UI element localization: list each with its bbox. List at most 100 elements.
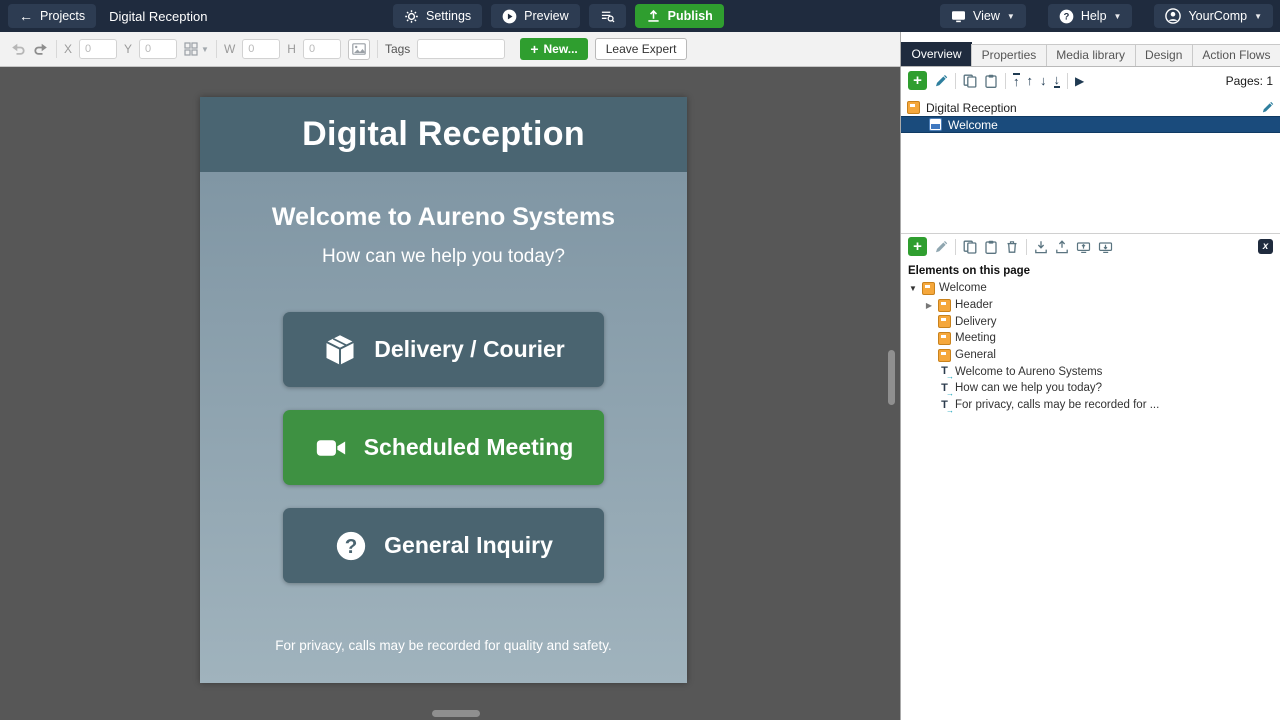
- chevron-down-icon: ▼: [1254, 12, 1262, 21]
- y-input[interactable]: [139, 39, 177, 59]
- video-camera-icon: [314, 431, 348, 465]
- artboard-header[interactable]: Digital Reception: [200, 97, 687, 172]
- rename-project-icon[interactable]: [1261, 101, 1274, 114]
- delivery-courier-label: Delivery / Courier: [374, 336, 564, 363]
- move-down-icon[interactable]: ↓: [1040, 74, 1047, 87]
- element-tree-item[interactable]: How can we help you today?: [901, 380, 1280, 397]
- account-dropdown-button[interactable]: YourComp ▼: [1154, 4, 1273, 28]
- publish-check-button[interactable]: [589, 4, 626, 28]
- move-bottom-icon[interactable]: ↓: [1054, 73, 1061, 88]
- privacy-footer-text[interactable]: For privacy, calls may be recorded for q…: [275, 638, 611, 653]
- group-icon: [938, 315, 951, 328]
- preview-button[interactable]: Preview: [491, 4, 579, 28]
- tab-design[interactable]: Design: [1135, 44, 1193, 66]
- element-tree-item[interactable]: General: [901, 347, 1280, 364]
- w-label: W: [224, 42, 235, 56]
- element-tree-item[interactable]: Welcome to Aureno Systems: [901, 363, 1280, 380]
- tab-properties[interactable]: Properties: [971, 44, 1047, 66]
- pages-tree-item-project[interactable]: Digital Reception: [901, 99, 1280, 116]
- new-button-label: New...: [544, 42, 578, 56]
- leave-expert-button[interactable]: Leave Expert: [595, 38, 688, 60]
- page-icon: [929, 118, 942, 131]
- element-label: Meeting: [955, 332, 996, 344]
- screen-down-icon[interactable]: [1098, 240, 1113, 254]
- edit-pencil-icon[interactable]: [934, 240, 948, 254]
- artboard-body[interactable]: Welcome to Aureno Systems How can we hel…: [200, 172, 687, 683]
- publish-button[interactable]: Publish: [635, 4, 724, 28]
- variables-x-icon[interactable]: x: [1258, 239, 1273, 254]
- top-bar: ← Projects Digital Reception Settings Pr…: [0, 0, 1280, 32]
- elements-heading: Elements on this page: [901, 259, 1280, 280]
- back-arrow-icon: ←: [19, 9, 33, 23]
- canvas-horizontal-scrollbar[interactable]: [432, 710, 480, 717]
- copy-icon[interactable]: [963, 74, 977, 88]
- project-icon: [907, 101, 920, 114]
- element-label: For privacy, calls may be recorded for .…: [955, 399, 1159, 411]
- scheduled-meeting-button[interactable]: Scheduled Meeting: [283, 410, 604, 485]
- welcome-heading-text[interactable]: Welcome to Aureno Systems: [272, 203, 615, 232]
- subheading-text[interactable]: How can we help you today?: [322, 246, 565, 268]
- paste-icon[interactable]: [984, 74, 998, 88]
- elements-toolbar: + x: [901, 233, 1280, 259]
- element-tree-item[interactable]: Header: [901, 297, 1280, 314]
- publish-check-icon: [600, 9, 615, 23]
- new-element-button[interactable]: + New...: [520, 38, 587, 60]
- projects-back-button[interactable]: ← Projects: [8, 4, 96, 28]
- text-icon: [938, 399, 951, 412]
- divider: [1005, 73, 1006, 89]
- screen-up-icon[interactable]: [1076, 240, 1091, 254]
- account-label: YourComp: [1188, 9, 1247, 23]
- play-page-icon[interactable]: ▶: [1075, 74, 1084, 88]
- w-input[interactable]: [242, 39, 280, 59]
- x-input[interactable]: [79, 39, 117, 59]
- general-inquiry-button[interactable]: ? General Inquiry: [283, 508, 604, 583]
- image-placeholder-button[interactable]: [348, 39, 370, 60]
- design-canvas[interactable]: Digital Reception Welcome to Aureno Syst…: [0, 67, 900, 720]
- help-dropdown-button[interactable]: ? Help ▼: [1048, 4, 1133, 28]
- tab-overview[interactable]: Overview: [901, 42, 972, 66]
- add-page-button[interactable]: +: [908, 71, 927, 90]
- element-tree-item[interactable]: Meeting: [901, 330, 1280, 347]
- pages-toolbar: + ↑ ↑ ↓ ↓ ▶ Pages: 1: [901, 67, 1280, 94]
- move-up-icon[interactable]: ↑: [1027, 74, 1034, 87]
- trash-icon[interactable]: [1005, 240, 1019, 254]
- chevron-down-icon: ▼: [1007, 12, 1015, 21]
- element-tree-item[interactable]: For privacy, calls may be recorded for .…: [901, 397, 1280, 414]
- canvas-toolbar: X Y ▼ W H Tags + New... Leave Expert: [0, 32, 900, 67]
- copy-icon[interactable]: [963, 240, 977, 254]
- pages-tree-item-welcome[interactable]: Welcome: [901, 116, 1280, 133]
- play-circle-icon: [502, 9, 517, 24]
- import-icon[interactable]: [1034, 240, 1048, 254]
- artboard-welcome-page[interactable]: Digital Reception Welcome to Aureno Syst…: [200, 97, 687, 683]
- publish-label: Publish: [668, 9, 713, 23]
- artboard-header-title: Digital Reception: [302, 115, 585, 154]
- h-label: H: [287, 42, 296, 56]
- edit-pencil-icon[interactable]: [934, 74, 948, 88]
- add-element-button[interactable]: +: [908, 237, 927, 256]
- delivery-courier-button[interactable]: Delivery / Courier: [283, 312, 604, 387]
- element-tree-item[interactable]: Welcome: [901, 280, 1280, 297]
- redo-icon[interactable]: [33, 43, 49, 56]
- tab-action-flows[interactable]: Action Flows: [1192, 44, 1280, 66]
- h-input[interactable]: [303, 39, 341, 59]
- undo-icon[interactable]: [10, 43, 26, 56]
- tags-input[interactable]: [417, 39, 505, 59]
- move-top-icon[interactable]: ↑: [1013, 73, 1020, 88]
- paste-icon[interactable]: [984, 240, 998, 254]
- element-label: Header: [955, 299, 993, 311]
- element-tree-item[interactable]: Delivery: [901, 313, 1280, 330]
- expander-icon[interactable]: [924, 299, 934, 311]
- expander-icon[interactable]: [908, 282, 918, 294]
- plus-icon: +: [530, 42, 538, 56]
- group-icon: [938, 299, 951, 312]
- settings-button[interactable]: Settings: [393, 4, 482, 28]
- view-dropdown-button[interactable]: View ▼: [940, 4, 1026, 28]
- preview-label: Preview: [524, 9, 568, 23]
- chevron-down-icon: ▼: [1114, 12, 1122, 21]
- grid-snap-dropdown[interactable]: ▼: [184, 42, 209, 56]
- image-placeholder-icon: [352, 43, 366, 55]
- canvas-vertical-scrollbar[interactable]: [888, 350, 895, 405]
- export-icon[interactable]: [1055, 240, 1069, 254]
- tab-media-library[interactable]: Media library: [1046, 44, 1136, 66]
- divider: [955, 239, 956, 255]
